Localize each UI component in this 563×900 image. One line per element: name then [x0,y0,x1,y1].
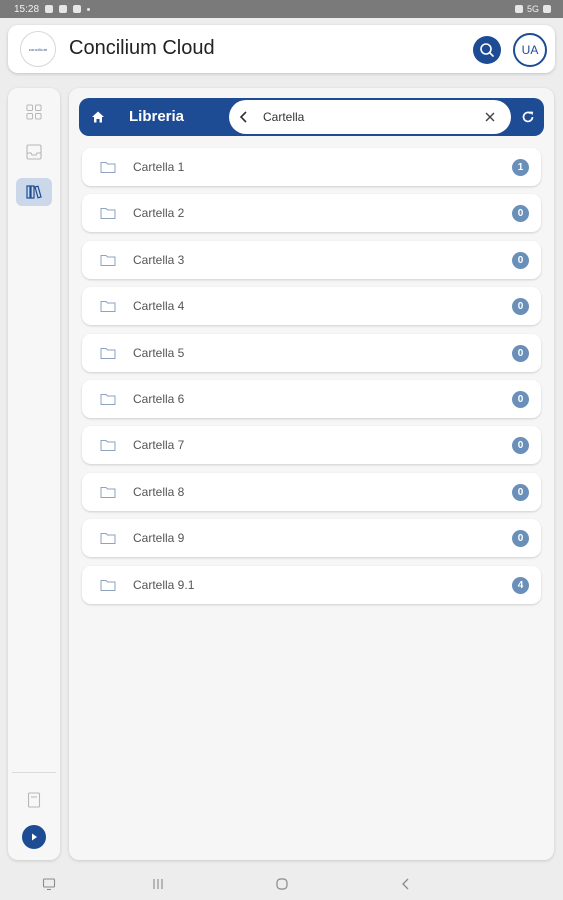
wifi-icon [514,5,523,13]
document-icon [27,792,41,808]
folder-icon [100,486,116,498]
inbox-icon [26,144,42,160]
folder-icon [100,162,116,173]
folder-name: Cartella 4 [133,299,185,314]
folder-count-badge: 1 [512,159,529,176]
app-title: Concilium Cloud [69,37,215,59]
folder-row[interactable]: Cartella 5 0 [82,333,541,372]
folder-list: Cartella 1 1 Cartella 2 0 Cartella 3 0 Cartell… [82,148,541,612]
network-label: 5G [526,4,539,14]
folder-row[interactable]: Cartella 8 0 [82,472,541,511]
app-logo: concilium [20,31,56,67]
folder-icon [100,301,116,313]
folder-icon [100,579,116,591]
folder-row[interactable]: Cartella 4 0 [82,287,541,326]
folder-name: Cartella 7 [133,438,185,453]
folder-row[interactable]: Cartella 2 0 [82,194,541,233]
home-icon [92,111,104,123]
side-rail [8,88,60,860]
status-left: 15:28 [14,3,91,15]
folder-name: Cartella 8 [133,484,185,499]
folder-count-badge: 4 [512,576,529,594]
folder-count-badge: 0 [512,205,529,223]
folder-row[interactable]: Cartella 7 0 [82,426,541,465]
folder-name: Cartella 5 [133,345,185,360]
media-icon [73,5,82,13]
clear-search-button[interactable] [482,109,498,125]
refresh-icon [522,111,534,123]
library-icon [26,185,42,199]
folder-icon [100,393,116,405]
toolbar-title: Libreria [129,108,185,125]
library-panel: Libreria Cartella 11Cartella 20Cartell [69,88,554,860]
folder-search-field [229,100,511,134]
expand-rail-button[interactable] [22,825,46,849]
folder-row[interactable]: Cartella 6 0 [82,379,541,418]
folder-count-badge: 0 [512,298,529,316]
chevron-left-icon [239,111,247,123]
search-back-button[interactable] [235,108,253,126]
logo-text: concilium [28,46,48,52]
recents-button[interactable] [150,876,166,892]
folder-name: Cartella 2 [133,206,185,221]
grid-icon [26,104,42,120]
user-avatar[interactable]: UA [513,33,547,67]
app-header: concilium Concilium Cloud UA [8,25,555,73]
status-right: 5G [514,4,551,14]
folder-name: Cartella 9.1 [133,577,195,592]
folder-name: Cartella 9 [133,531,185,546]
keyboard-button[interactable] [41,876,57,892]
home-button[interactable] [89,108,107,126]
folder-search-input[interactable] [263,107,473,127]
folder-count-badge: 0 [512,344,529,362]
status-bar: 15:28 5G [0,0,563,18]
more-notifications-icon [87,7,91,11]
rail-item-documents[interactable] [16,786,52,814]
recents-icon [153,879,163,889]
battery-icon [543,5,551,13]
back-nav-button[interactable] [398,876,414,892]
rail-item-library[interactable] [16,178,52,206]
library-toolbar: Libreria [79,98,544,136]
folder-count-badge: 0 [512,390,529,408]
folder-count-badge: 0 [512,483,529,501]
folder-row[interactable]: Cartella 3 0 [82,240,541,279]
rail-divider [12,772,56,773]
refresh-button[interactable] [519,108,537,126]
play-arrow-icon [32,833,37,841]
search-icon [480,43,494,57]
rail-item-inbox[interactable] [16,138,52,166]
folder-row[interactable]: Cartella 9 0 [82,519,541,558]
keyboard-icon [42,878,56,891]
close-icon [485,112,495,122]
folder-icon [100,208,116,220]
folder-count-badge: 0 [512,437,529,455]
folder-count-badge: 0 [512,530,529,548]
notification-icon [45,5,54,13]
search-button[interactable] [473,36,501,64]
status-time: 15:28 [14,3,40,15]
folder-name: Cartella 6 [133,391,185,406]
folder-count-badge: 0 [512,251,529,269]
home-circle-icon [276,878,288,890]
folder-row[interactable]: Cartella 1 1 [82,148,541,186]
folder-name: Cartella 3 [133,252,185,267]
system-nav-bar [0,868,563,900]
folder-name: Cartella 1 [133,160,185,174]
folder-icon [100,440,116,452]
home-nav-button[interactable] [274,876,290,892]
rail-item-dashboard[interactable] [16,98,52,126]
folder-icon [100,347,116,359]
folder-icon [100,254,116,266]
folder-icon [100,533,116,545]
back-icon [402,878,409,890]
shield-icon [59,5,68,13]
folder-row[interactable]: Cartella 9.1 4 [82,565,541,604]
